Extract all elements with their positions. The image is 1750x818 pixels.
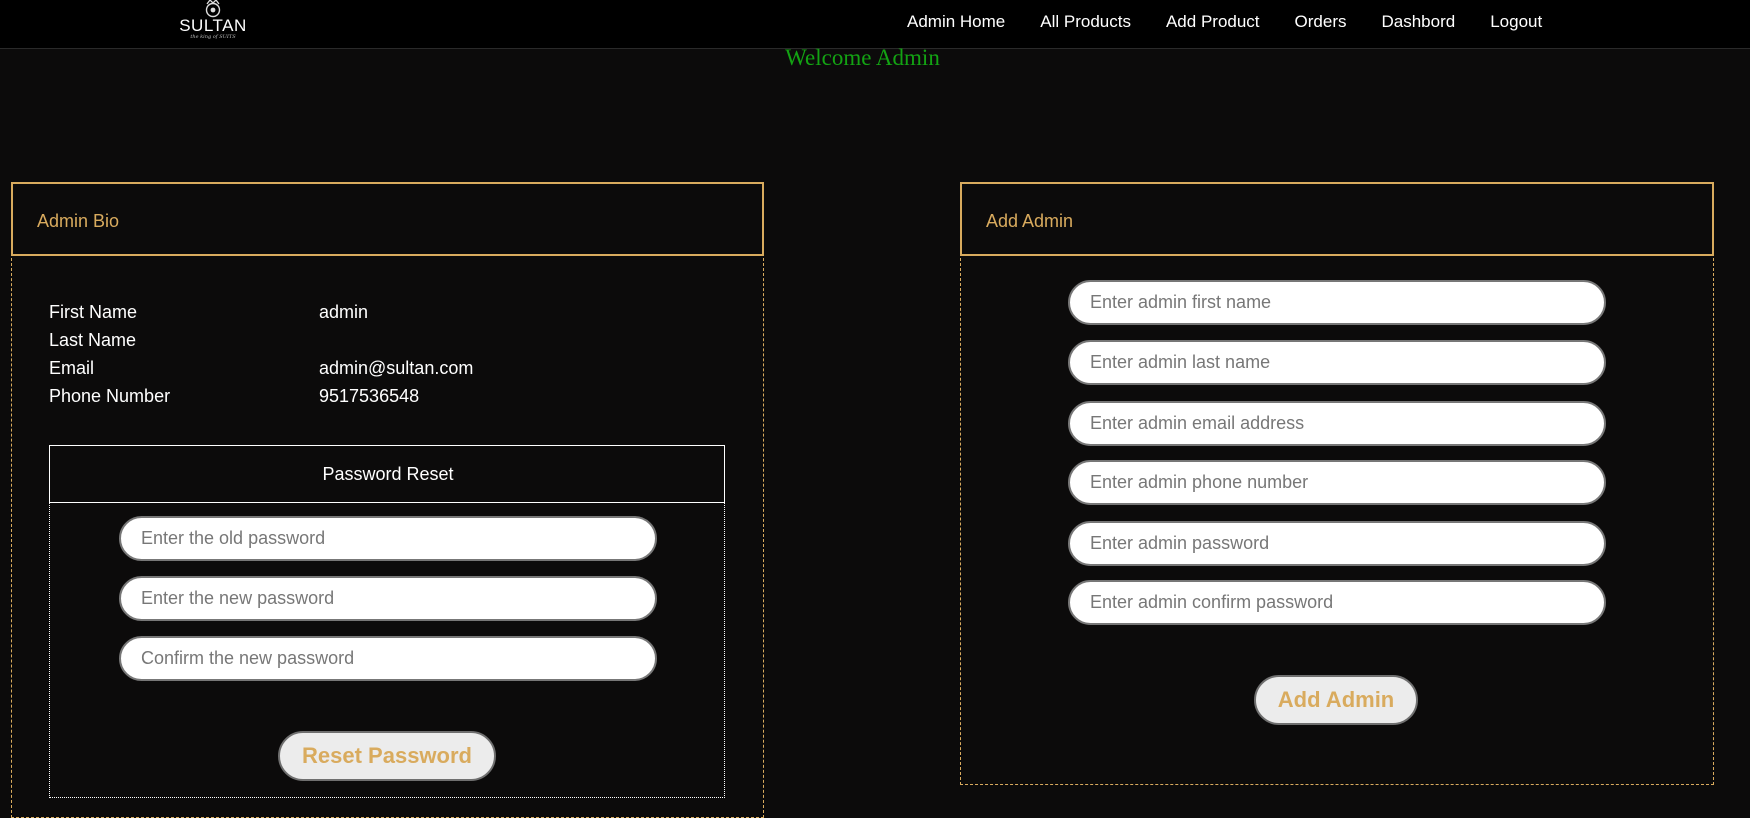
- nav-orders[interactable]: Orders: [1295, 12, 1347, 32]
- password-reset-header: Password Reset: [49, 445, 725, 503]
- admin-bio-panel: Admin Bio First Name admin Last Name Ema…: [11, 182, 764, 818]
- admin-email-input[interactable]: [1068, 401, 1606, 446]
- nav-logout[interactable]: Logout: [1490, 12, 1542, 32]
- admin-bio-title: Admin Bio: [37, 211, 120, 231]
- confirm-new-password-input[interactable]: [119, 636, 657, 681]
- nav-all-products[interactable]: All Products: [1040, 12, 1131, 32]
- email-value: admin@sultan.com: [319, 358, 474, 378]
- brand-name: SULTAN: [179, 16, 247, 35]
- navbar: SULTAN the king of SUITS Admin Home All …: [0, 0, 1750, 49]
- password-reset-title: Password Reset: [322, 464, 454, 484]
- admin-last-name-input[interactable]: [1068, 340, 1606, 385]
- add-admin-body: Add Admin: [960, 258, 1714, 785]
- phone-value: 9517536548: [319, 386, 420, 406]
- nav-dashboard[interactable]: Dashbord: [1382, 12, 1456, 32]
- password-reset-body: Reset Password: [49, 503, 725, 798]
- add-admin-title: Add Admin: [986, 211, 1074, 231]
- admin-first-name-input[interactable]: [1068, 280, 1606, 325]
- welcome-message: Welcome Admin: [785, 45, 940, 70]
- last-name-label: Last Name: [49, 330, 137, 350]
- admin-password-input[interactable]: [1068, 521, 1606, 566]
- nav-admin-home[interactable]: Admin Home: [907, 12, 1005, 32]
- admin-phone-input[interactable]: [1068, 460, 1606, 505]
- nav-links: Admin Home All Products Add Product Orde…: [907, 12, 1577, 32]
- add-admin-header: Add Admin: [960, 182, 1714, 256]
- email-label: Email: [49, 358, 95, 378]
- brand-logo[interactable]: SULTAN the king of SUITS: [178, 0, 248, 44]
- phone-label: Phone Number: [49, 386, 171, 406]
- first-name-label: First Name: [49, 302, 138, 322]
- reset-password-button[interactable]: Reset Password: [278, 731, 496, 781]
- admin-confirm-password-input[interactable]: [1068, 580, 1606, 625]
- add-admin-panel: Add Admin Add Admin: [960, 182, 1714, 785]
- admin-bio-header: Admin Bio: [11, 182, 764, 256]
- nav-add-product[interactable]: Add Product: [1166, 12, 1260, 32]
- first-name-value: admin: [319, 302, 369, 322]
- old-password-input[interactable]: [119, 516, 657, 561]
- add-admin-button[interactable]: Add Admin: [1254, 675, 1418, 725]
- new-password-input[interactable]: [119, 576, 657, 621]
